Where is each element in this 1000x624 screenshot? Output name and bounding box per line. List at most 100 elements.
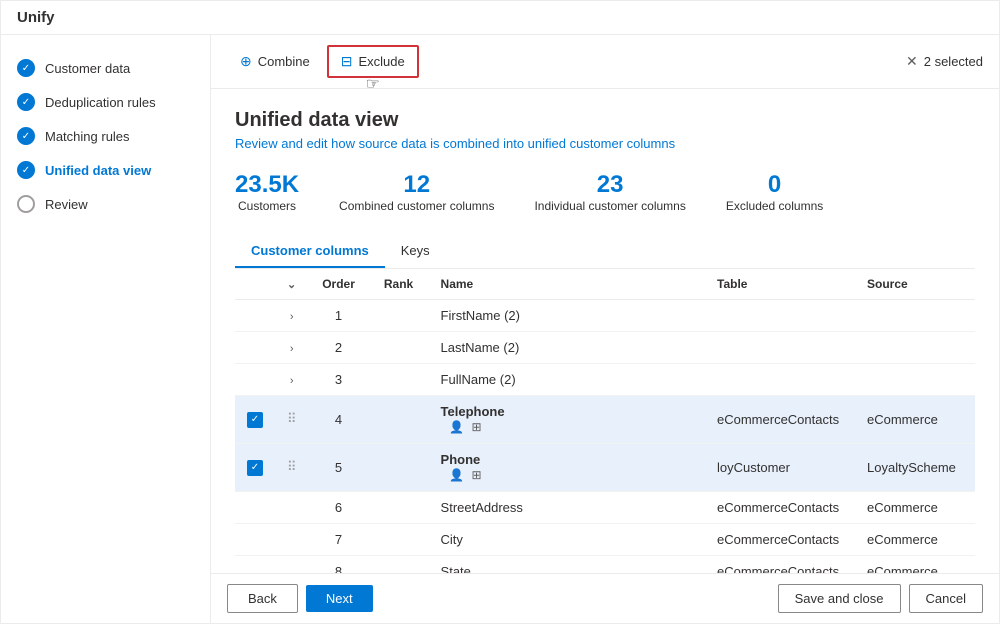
combine-button[interactable]: ⊕ Combine	[227, 46, 323, 77]
stat-customers-label: Customers	[235, 199, 299, 215]
row-order: 2	[309, 331, 369, 363]
row-rank	[369, 443, 429, 491]
cancel-button[interactable]: Cancel	[909, 584, 983, 613]
row-source: LoyaltyScheme	[855, 443, 975, 491]
col-header-drag: ⌄	[275, 269, 309, 300]
row-checkbox-cell[interactable]	[235, 363, 275, 395]
row-drag-cell[interactable]: ›	[275, 331, 309, 363]
drag-handle-icon[interactable]: ⠿	[287, 411, 297, 426]
data-table: ⌄ Order Rank Name Table Source ›1FirstNa…	[235, 269, 975, 573]
tab-customer-columns[interactable]: Customer columns	[235, 235, 385, 268]
row-checkbox-checked[interactable]	[247, 460, 263, 476]
row-action-icons: 👤 ⊞	[449, 467, 693, 483]
next-button[interactable]: Next	[306, 585, 373, 612]
row-checkbox-cell[interactable]	[235, 491, 275, 523]
row-checkbox-cell[interactable]	[235, 443, 275, 491]
row-checkbox-cell[interactable]	[235, 555, 275, 573]
table-header-row: ⌄ Order Rank Name Table Source	[235, 269, 975, 300]
sidebar-label-deduplication-rules: Deduplication rules	[45, 95, 156, 110]
page-title: Unified data view	[235, 109, 975, 132]
sidebar-item-unified-data-view[interactable]: Unified data view	[1, 153, 210, 187]
col-header-order: Order	[309, 269, 369, 300]
table-row[interactable]: ⠿4Telephone 👤 ⊞ eCommerceContactseCommer…	[235, 395, 975, 443]
tabs: Customer columns Keys	[235, 235, 975, 269]
table-row[interactable]: ⠿5Phone 👤 ⊞ loyCustomerLoyaltyScheme	[235, 443, 975, 491]
sidebar-label-matching-rules: Matching rules	[45, 129, 130, 144]
row-source: eCommerce	[855, 523, 975, 555]
row-name: FirstName (2)	[429, 299, 705, 331]
table-row[interactable]: 7CityeCommerceContactseCommerce	[235, 523, 975, 555]
row-name: Telephone 👤 ⊞	[429, 395, 705, 443]
row-order: 5	[309, 443, 369, 491]
row-name: StreetAddress	[429, 491, 705, 523]
col-header-rank: Rank	[369, 269, 429, 300]
stat-combined-number: 12	[339, 171, 494, 199]
person-icon[interactable]: 👤	[449, 419, 465, 435]
row-table: eCommerceContacts	[705, 523, 855, 555]
expand-chevron-icon[interactable]: ›	[290, 343, 294, 355]
row-source: eCommerce	[855, 395, 975, 443]
row-drag-cell	[275, 491, 309, 523]
check-icon-unified-data-view	[17, 161, 35, 179]
stat-customers: 23.5K Customers	[235, 171, 299, 215]
exclude-label: Exclude	[359, 54, 405, 69]
sidebar-item-customer-data[interactable]: Customer data	[1, 51, 210, 85]
stat-excluded-number: 0	[726, 171, 823, 199]
table-row[interactable]: 8StateeCommerceContactseCommerce	[235, 555, 975, 573]
row-drag-cell: ⠿	[275, 443, 309, 491]
table-row[interactable]: › 2 LastName (2)	[235, 331, 975, 363]
table-row[interactable]: ›3FullName (2)	[235, 363, 975, 395]
row-drag-cell[interactable]: ›	[275, 363, 309, 395]
row-checkbox-cell[interactable]	[235, 395, 275, 443]
row-source: eCommerce	[855, 491, 975, 523]
selected-count-text: 2 selected	[924, 54, 983, 69]
combine-icon: ⊕	[240, 53, 252, 70]
combine-label: Combine	[258, 54, 310, 69]
clear-selection-icon[interactable]: ✕	[906, 53, 918, 70]
save-and-close-button[interactable]: Save and close	[778, 584, 901, 613]
row-order: 3	[309, 363, 369, 395]
row-name: LastName (2)	[429, 331, 705, 363]
back-button[interactable]: Back	[227, 584, 298, 613]
row-table: loyCustomer	[705, 443, 855, 491]
footer: Back Next Save and close Cancel	[211, 573, 999, 623]
drag-handle-icon[interactable]: ⠿	[287, 459, 297, 474]
row-order: 8	[309, 555, 369, 573]
table-row[interactable]: 6StreetAddresseCommerceContactseCommerce	[235, 491, 975, 523]
page-content: Unified data view Review and edit how so…	[211, 89, 999, 573]
sidebar-label-unified-data-view: Unified data view	[45, 163, 151, 178]
row-order: 6	[309, 491, 369, 523]
stat-excluded-label: Excluded columns	[726, 199, 823, 215]
row-checkbox-cell[interactable]	[235, 331, 275, 363]
table-icon[interactable]: ⊞	[469, 467, 485, 483]
sidebar-item-deduplication-rules[interactable]: Deduplication rules	[1, 85, 210, 119]
row-checkbox-cell[interactable]	[235, 299, 275, 331]
stat-excluded-columns: 0 Excluded columns	[726, 171, 823, 215]
exclude-button[interactable]: ⊟ Exclude	[327, 45, 419, 78]
check-icon-deduplication-rules	[17, 93, 35, 111]
sidebar-label-customer-data: Customer data	[45, 61, 130, 76]
stats-row: 23.5K Customers 12 Combined customer col…	[235, 171, 975, 215]
row-drag-cell[interactable]: ›	[275, 299, 309, 331]
page-subtitle: Review and edit how source data is combi…	[235, 136, 975, 151]
main-layout: Customer data Deduplication rules Matchi…	[1, 35, 999, 623]
row-name: State	[429, 555, 705, 573]
row-table	[705, 363, 855, 395]
sidebar-item-matching-rules[interactable]: Matching rules	[1, 119, 210, 153]
row-checkbox-cell[interactable]	[235, 523, 275, 555]
expand-chevron-icon[interactable]: ›	[290, 311, 294, 323]
stat-customers-number: 23.5K	[235, 171, 299, 199]
expand-chevron-icon[interactable]: ›	[290, 375, 294, 387]
row-rank	[369, 555, 429, 573]
person-icon[interactable]: 👤	[449, 467, 465, 483]
row-checkbox-checked[interactable]	[247, 412, 263, 428]
row-source	[855, 331, 975, 363]
stat-combined-label: Combined customer columns	[339, 199, 494, 215]
tab-keys[interactable]: Keys	[385, 235, 446, 268]
sidebar-item-review[interactable]: Review	[1, 187, 210, 221]
row-rank	[369, 299, 429, 331]
row-table	[705, 299, 855, 331]
table-row[interactable]: ›1FirstName (2)	[235, 299, 975, 331]
row-source	[855, 299, 975, 331]
table-icon[interactable]: ⊞	[469, 419, 485, 435]
